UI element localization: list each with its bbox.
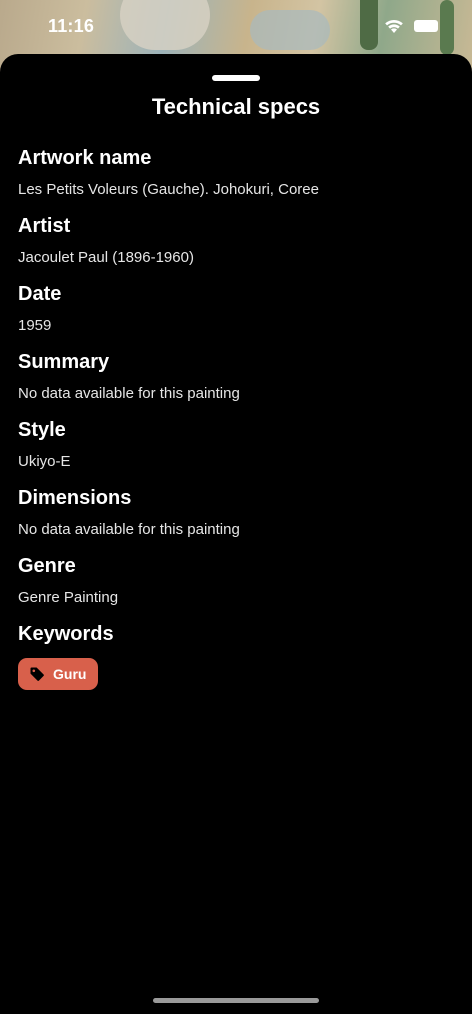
spec-label: Artist — [18, 215, 71, 237]
spec-value: No data available for this painting — [18, 385, 240, 402]
spec-label: Artwork name — [18, 147, 152, 169]
status-time: 11:16 — [48, 15, 95, 36]
spec-genre: Genre Genre Painting — [18, 554, 458, 622]
spec-value: Les Petits Voleurs (Gauche). Johokuri, C… — [18, 181, 319, 198]
status-bar: 11:16 — [0, 0, 472, 52]
spec-value: No data available for this painting — [18, 521, 240, 538]
spec-value: Ukiyo-E — [18, 453, 71, 470]
spec-value: Jacoulet Paul (1896-1960) — [18, 249, 194, 266]
spec-dimensions: Dimensions No data available for this pa… — [18, 486, 458, 554]
spec-label: Date — [18, 283, 62, 305]
keywords-section: Keywords Guru — [18, 622, 458, 690]
spec-label: Genre — [18, 555, 76, 577]
keywords-label: Keywords — [18, 623, 114, 645]
screen: 11:16 Technical specs Artwork name Les P… — [0, 0, 472, 1014]
keyword-chips: Guru — [18, 658, 458, 690]
spec-list: Artwork name Les Petits Voleurs (Gauche)… — [18, 146, 458, 690]
spec-date: Date 1959 — [18, 282, 458, 350]
spec-label: Style — [18, 419, 66, 441]
sheet-grabber[interactable] — [212, 75, 260, 81]
technical-specs-sheet: Technical specs Artwork name Les Petits … — [0, 54, 472, 1014]
wifi-icon — [385, 19, 403, 33]
battery-icon — [414, 20, 438, 32]
spec-value: 1959 — [18, 317, 52, 334]
spec-label: Summary — [18, 351, 110, 373]
spec-summary: Summary No data available for this paint… — [18, 350, 458, 418]
keyword-chip-label: Guru — [53, 666, 87, 682]
spec-artwork-name: Artwork name Les Petits Voleurs (Gauche)… — [18, 146, 458, 214]
home-indicator — [153, 998, 319, 1003]
spec-value: Genre Painting — [18, 589, 119, 606]
sheet-title: Technical specs — [151, 94, 321, 119]
status-icons — [384, 18, 438, 34]
tag-icon — [30, 667, 44, 681]
spec-label: Dimensions — [18, 487, 132, 509]
keyword-chip[interactable]: Guru — [18, 658, 99, 690]
spec-artist: Artist Jacoulet Paul (1896-1960) — [18, 214, 458, 282]
spec-style: Style Ukiyo-E — [18, 418, 458, 486]
